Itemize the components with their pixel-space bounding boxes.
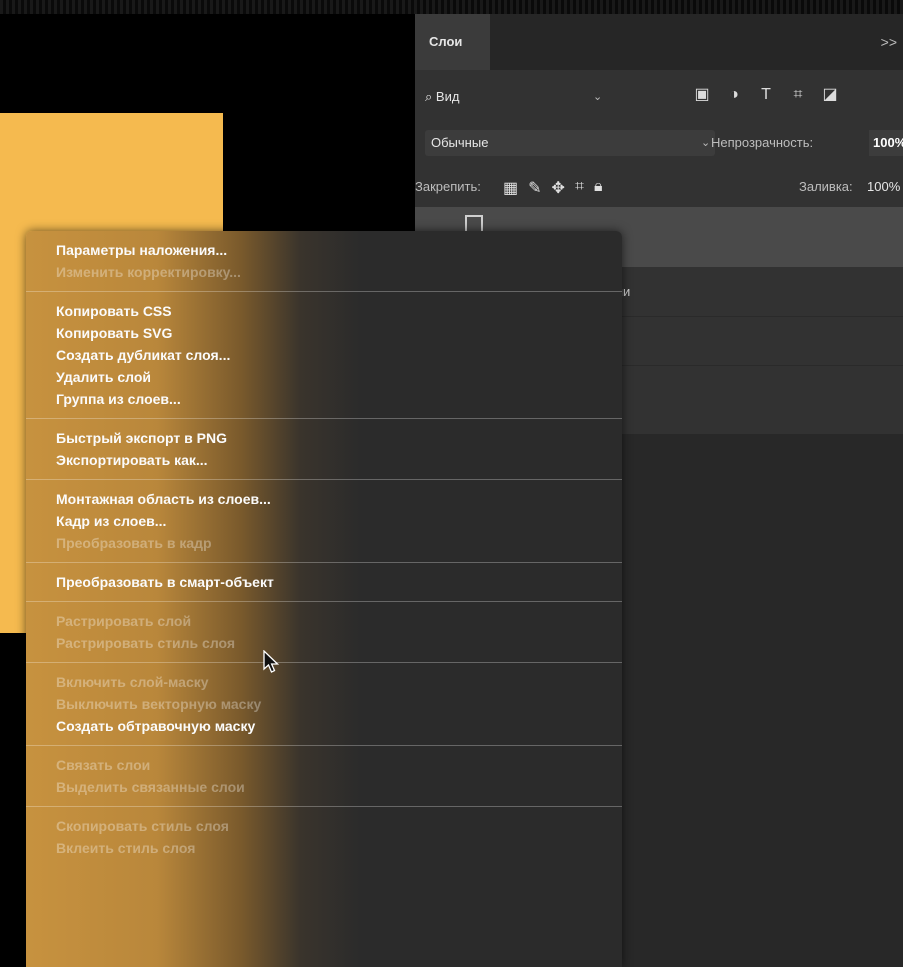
menu-item-edit-adjustment: Изменить корректировку... [56, 264, 241, 280]
menu-separator [26, 662, 622, 663]
menu-item-enable-layer-mask: Включить слой-маску [56, 674, 209, 690]
lock-all-icon[interactable]: 🔒︎ [594, 178, 603, 198]
menu-separator [26, 479, 622, 480]
type-filter-icon[interactable]: T [757, 86, 775, 104]
menu-item-convert-to-smart-object[interactable]: Преобразовать в смарт-объект [26, 571, 622, 593]
filter-row: ⌕ Вид ⌄ ▣ ◑ T ⌗ ◪ [415, 80, 903, 116]
tab-layers[interactable]: Слои [415, 14, 490, 70]
lock-row: Закрепить: ▦ ✎ ✥ ⌗ 🔒︎ Заливка: 100% [415, 170, 903, 206]
menu-item-rasterize-layer-style: Растрировать стиль слоя [56, 635, 236, 651]
lock-label: Закрепить: [415, 179, 481, 194]
opacity-label: Непрозрачность: [711, 135, 814, 150]
top-strip [0, 0, 903, 14]
adjustment-filter-icon[interactable]: ◑ [725, 86, 743, 104]
lock-icons: ▦ ✎ ✥ ⌗ 🔒︎ [503, 178, 602, 198]
panel-tabbar: Слои >> [415, 14, 903, 70]
menu-item-blending-options[interactable]: Параметры наложения... [26, 239, 622, 261]
menu-item-copy-svg[interactable]: Копировать SVG [26, 322, 622, 344]
chevron-down-icon: ⌄ [701, 137, 711, 149]
lock-brush-icon[interactable]: ✎ [528, 178, 541, 198]
fill-input[interactable]: 100% [867, 174, 900, 200]
filter-kind-select[interactable]: ⌕ Вид ⌄ [425, 85, 615, 109]
menu-separator [26, 745, 622, 746]
lock-transparent-icon[interactable]: ▦ [503, 178, 518, 198]
menu-item-copy-css[interactable]: Копировать CSS [26, 300, 622, 322]
menu-item-export-as[interactable]: Экспортировать как... [26, 449, 622, 471]
panel-more-button[interactable]: >> [881, 14, 897, 70]
search-icon: ⌕ [425, 89, 433, 104]
smart-object-filter-icon[interactable]: ◪ [821, 86, 839, 104]
menu-item-quick-export-png[interactable]: Быстрый экспорт в PNG [26, 427, 622, 449]
opacity-input[interactable]: 100% [869, 130, 903, 156]
fill-label: Заливка: [799, 179, 853, 194]
menu-item-create-clipping-mask[interactable]: Создать обтравочную маску [26, 715, 622, 737]
menu-separator [26, 562, 622, 563]
menu-item-disable-vector-mask: Выключить векторную маску [56, 696, 262, 712]
menu-item-artboard-from-layers[interactable]: Монтажная область из слоев... [26, 488, 622, 510]
menu-separator [26, 418, 622, 419]
menu-item-frame-from-layers[interactable]: Кадр из слоев... [26, 510, 622, 532]
blend-mode-label: Обычные [431, 135, 489, 150]
menu-item-link-layers: Связать слои [56, 757, 151, 773]
menu-item-select-linked-layers: Выделить связанные слои [56, 779, 245, 795]
menu-item-copy-layer-style: Скопировать стиль слоя [56, 818, 229, 834]
menu-item-duplicate-layer[interactable]: Создать дубликат слоя... [26, 344, 622, 366]
menu-item-rasterize-layer: Растрировать слой [56, 613, 192, 629]
menu-item-paste-layer-style: Вклеить стиль слоя [56, 840, 196, 856]
menu-separator [26, 806, 622, 807]
menu-item-group-from-layers[interactable]: Группа из слоев... [26, 388, 622, 410]
menu-separator [26, 601, 622, 602]
menu-item-delete-layer[interactable]: Удалить слой [26, 366, 622, 388]
menu-item-convert-to-frame: Преобразовать в кадр [56, 535, 212, 551]
lock-artboard-icon[interactable]: ⌗ [575, 178, 584, 198]
filter-icons: ▣ ◑ T ⌗ ◪ [693, 86, 839, 104]
context-menu: Параметры наложения... Изменить корректи… [26, 231, 622, 967]
chevron-down-icon: ⌄ [593, 91, 603, 103]
mouse-cursor-icon [263, 650, 280, 673]
menu-separator [26, 291, 622, 292]
filter-kind-label: Вид [435, 89, 460, 104]
image-filter-icon[interactable]: ▣ [693, 86, 711, 104]
lock-position-icon[interactable]: ✥ [552, 178, 565, 198]
blend-mode-select[interactable]: Обычные ⌄ [425, 130, 715, 156]
blend-row: Обычные ⌄ Непрозрачность: 100% [415, 126, 903, 162]
shape-filter-icon[interactable]: ⌗ [789, 86, 807, 104]
